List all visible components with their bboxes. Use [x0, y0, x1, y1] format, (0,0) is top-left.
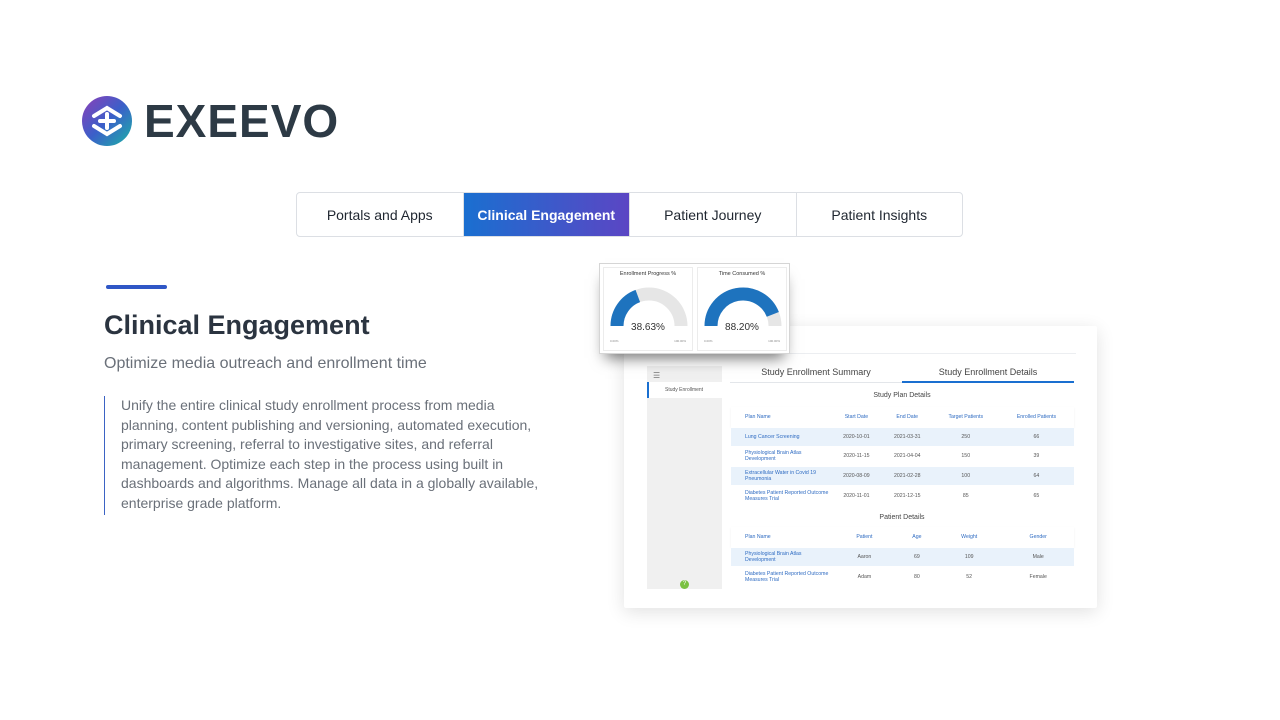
tab-study-enrollment-summary[interactable]: Study Enrollment Summary [730, 364, 902, 383]
section-subheading: Optimize media outreach and enrollment t… [104, 355, 427, 372]
cell-start-date: 2020-11-15 [831, 446, 882, 466]
table-row[interactable]: Extracellular Water in Covid 19 Pneumoni… [731, 465, 1074, 486]
cell-target-patients: 85 [932, 485, 999, 505]
table-row[interactable]: Physiological Brain Atlas Development Aa… [731, 546, 1074, 567]
cell-weight: 109 [935, 546, 1003, 567]
cell-end-date: 2021-02-28 [881, 465, 933, 486]
table-row[interactable]: Physiological Brain Atlas Development 20… [731, 446, 1074, 466]
table-row[interactable]: Diabetes Patient Reported Outcome Measur… [731, 485, 1074, 505]
cell-enrolled-patients: 65 [998, 485, 1074, 505]
cell-age: 80 [897, 566, 936, 586]
column-header[interactable]: Enrolled Patients [999, 407, 1074, 427]
cell-plan-name[interactable]: Physiological Brain Atlas Development [731, 446, 831, 466]
cell-plan-name[interactable]: Physiological Brain Atlas Development [731, 546, 831, 567]
dashboard-tabs: Study Enrollment Summary Study Enrollmen… [730, 364, 1074, 383]
cell-enrolled-patients: 66 [998, 426, 1074, 447]
tab-clinical-engagement[interactable]: Clinical Engagement [463, 193, 630, 236]
section-heading: Clinical Engagement [104, 310, 370, 340]
column-header[interactable]: Target Patients [933, 407, 999, 427]
cell-patient: Aaron [831, 546, 898, 567]
column-header[interactable]: Plan Name [731, 527, 831, 547]
gauge-title: Time Consumed % [718, 271, 766, 277]
study-plan-table: Plan Name Start Date End Date Target Pat… [731, 407, 1074, 505]
cell-gender: Male [1002, 546, 1074, 567]
table-row[interactable]: Diabetes Patient Reported Outcome Measur… [731, 566, 1074, 586]
cell-end-date: 2021-03-31 [881, 426, 933, 447]
feature-tabs: Portals and Apps Clinical Engagement Pat… [296, 192, 963, 237]
tab-study-enrollment-details[interactable]: Study Enrollment Details [902, 364, 1074, 383]
gauge-max: 100.00% [674, 339, 686, 343]
column-header[interactable]: Start Date [831, 407, 882, 427]
cell-plan-name[interactable]: Extracellular Water in Covid 19 Pneumoni… [731, 465, 831, 486]
table-header-row: Plan Name Patient Age Weight Gender [731, 527, 1074, 547]
cell-age: 69 [897, 546, 936, 567]
gauge-value: 38.63% [631, 322, 665, 333]
brand-name: EXEEVO [144, 95, 340, 147]
cell-end-date: 2021-04-04 [881, 446, 933, 466]
patient-details-table: Plan Name Patient Age Weight Gender Phys… [731, 527, 1074, 586]
cell-start-date: 2020-08-09 [831, 465, 882, 486]
gauge-min: 0.00% [704, 339, 713, 343]
gauge-min: 0.00% [610, 339, 619, 343]
table-row[interactable]: Lung Cancer Screening 2020-10-01 2021-03… [731, 426, 1074, 447]
study-plan-title: Study Plan Details [873, 392, 931, 399]
column-header[interactable]: End Date [882, 407, 933, 427]
cell-start-date: 2020-11-01 [831, 485, 882, 505]
cell-patient: Adam [831, 566, 898, 586]
cell-gender: Female [1002, 566, 1074, 586]
table-header-row: Plan Name Start Date End Date Target Pat… [731, 407, 1074, 427]
patient-details-title: Patient Details [879, 514, 925, 521]
time-consumed-gauge: Time Consumed % 88.20% 0.00% 100.00% [697, 267, 787, 351]
cell-target-patients: 250 [932, 426, 999, 447]
gauge-max: 100.00% [768, 339, 780, 343]
column-header[interactable]: Age [898, 527, 936, 547]
cell-target-patients: 100 [932, 465, 999, 486]
brand-logo[interactable]: EXEEVO [80, 94, 339, 148]
cell-end-date: 2021-12-15 [881, 485, 933, 505]
tab-portals-and-apps[interactable]: Portals and Apps [297, 193, 464, 236]
cell-plan-name[interactable]: Diabetes Patient Reported Outcome Measur… [731, 485, 831, 505]
hamburger-menu-icon[interactable]: ☰ [653, 371, 660, 380]
section-description: Unify the entire clinical study enrollme… [104, 396, 554, 515]
tab-patient-journey[interactable]: Patient Journey [630, 193, 797, 236]
column-header[interactable]: Weight [936, 527, 1002, 547]
cell-plan-name[interactable]: Diabetes Patient Reported Outcome Measur… [731, 566, 831, 586]
column-header[interactable]: Plan Name [731, 407, 831, 427]
accent-divider [106, 285, 167, 289]
column-header[interactable]: Gender [1002, 527, 1074, 547]
gauge-title: Enrollment Progress % [619, 271, 677, 277]
dashboard-preview: ☰ Study Enrollment ? Study Enrollment Su… [624, 326, 1097, 608]
cell-enrolled-patients: 64 [998, 465, 1074, 486]
cell-enrolled-patients: 39 [998, 446, 1074, 466]
sidebar-item-study-enrollment[interactable]: Study Enrollment [647, 382, 722, 398]
gauge-card: Enrollment Progress % 38.63% 0.00% 100.0… [599, 263, 790, 354]
help-icon[interactable]: ? [680, 580, 689, 589]
cell-target-patients: 150 [932, 446, 999, 466]
enrollment-progress-gauge: Enrollment Progress % 38.63% 0.00% 100.0… [603, 267, 693, 351]
cell-start-date: 2020-10-01 [831, 426, 882, 447]
column-header[interactable]: Patient [831, 527, 898, 547]
tab-patient-insights[interactable]: Patient Insights [797, 193, 963, 236]
gauge-value: 88.20% [725, 322, 759, 333]
dashboard-sidebar: ☰ Study Enrollment ? [647, 366, 722, 589]
cell-plan-name[interactable]: Lung Cancer Screening [731, 426, 831, 447]
cell-weight: 52 [935, 566, 1003, 586]
exeevo-logo-icon [82, 96, 132, 146]
